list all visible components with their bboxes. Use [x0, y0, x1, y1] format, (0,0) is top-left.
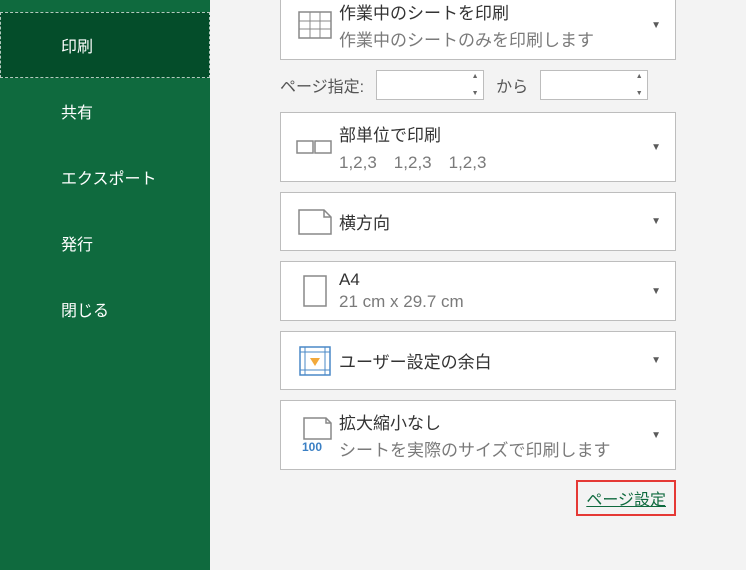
- sidebar-item-label: 共有: [61, 105, 93, 122]
- scaling-dropdown[interactable]: 100 拡大縮小なし シートを実際のサイズで印刷します ▼: [280, 400, 676, 470]
- margins-dropdown[interactable]: ユーザー設定の余白 ▼: [280, 331, 676, 390]
- svg-text:100: 100: [302, 440, 322, 453]
- sidebar-nav: 印刷 共有 エクスポート 発行 閉じる: [0, 0, 210, 570]
- chevron-down-icon: ▼: [651, 355, 661, 366]
- sidebar-item-label: 発行: [61, 237, 93, 254]
- sidebar-item-label: 閉じる: [61, 303, 109, 320]
- scaling-icon: 100: [291, 417, 339, 453]
- sidebar-item-label: 印刷: [61, 39, 93, 56]
- paper-title: A4: [339, 270, 643, 290]
- chevron-down-icon: ▼: [651, 430, 661, 441]
- sidebar-item-label: エクスポート: [61, 171, 157, 188]
- spinner-up-icon[interactable]: ▲: [631, 73, 647, 80]
- collate-subtitle: 1,2,3 1,2,3 1,2,3: [339, 148, 643, 173]
- print-target-title: 作業中のシートを印刷: [339, 0, 643, 24]
- spinner-down-icon[interactable]: ▼: [467, 90, 483, 97]
- print-target-subtitle: 作業中のシートのみを印刷します: [339, 26, 643, 51]
- collate-title: 部単位で印刷: [339, 121, 643, 146]
- sidebar-item-publish[interactable]: 発行: [0, 210, 210, 276]
- orientation-title: 横方向: [339, 209, 643, 234]
- print-target-dropdown[interactable]: 作業中のシートを印刷 作業中のシートのみを印刷します ▼: [280, 0, 676, 60]
- collated-pages-icon: [291, 137, 339, 157]
- print-settings-panel: 作業中のシートを印刷 作業中のシートのみを印刷します ▼ ページ指定: ▲ ▼ …: [210, 0, 746, 570]
- margins-title: ユーザー設定の余白: [339, 348, 643, 373]
- page-range-label: ページ指定:: [280, 73, 364, 97]
- sidebar-item-share[interactable]: 共有: [0, 78, 210, 144]
- paper-subtitle: 21 cm x 29.7 cm: [339, 292, 643, 312]
- orientation-dropdown[interactable]: 横方向 ▼: [280, 192, 676, 251]
- margins-icon: [291, 346, 339, 376]
- page-icon: [291, 275, 339, 307]
- sidebar-item-close[interactable]: 閉じる: [0, 276, 210, 342]
- spinner-up-icon[interactable]: ▲: [467, 73, 483, 80]
- spinner-down-icon[interactable]: ▼: [631, 90, 647, 97]
- chevron-down-icon: ▼: [651, 142, 661, 153]
- page-setup-link[interactable]: ページ設定: [576, 480, 676, 516]
- paper-size-dropdown[interactable]: A4 21 cm x 29.7 cm ▼: [280, 261, 676, 321]
- page-range-to-label: から: [496, 73, 528, 97]
- page-to-input[interactable]: ▲ ▼: [540, 70, 648, 100]
- sidebar-item-print[interactable]: 印刷: [0, 12, 210, 78]
- scaling-title: 拡大縮小なし: [339, 409, 643, 434]
- landscape-orientation-icon: [291, 209, 339, 235]
- collate-dropdown[interactable]: 部単位で印刷 1,2,3 1,2,3 1,2,3 ▼: [280, 112, 676, 182]
- page-from-input[interactable]: ▲ ▼: [376, 70, 484, 100]
- chevron-down-icon: ▼: [651, 216, 661, 227]
- sheet-grid-icon: [291, 11, 339, 39]
- sidebar-item-export[interactable]: エクスポート: [0, 144, 210, 210]
- scaling-subtitle: シートを実際のサイズで印刷します: [339, 436, 643, 461]
- page-range-row: ページ指定: ▲ ▼ から ▲ ▼: [280, 70, 676, 100]
- chevron-down-icon: ▼: [651, 286, 661, 297]
- chevron-down-icon: ▼: [651, 20, 661, 31]
